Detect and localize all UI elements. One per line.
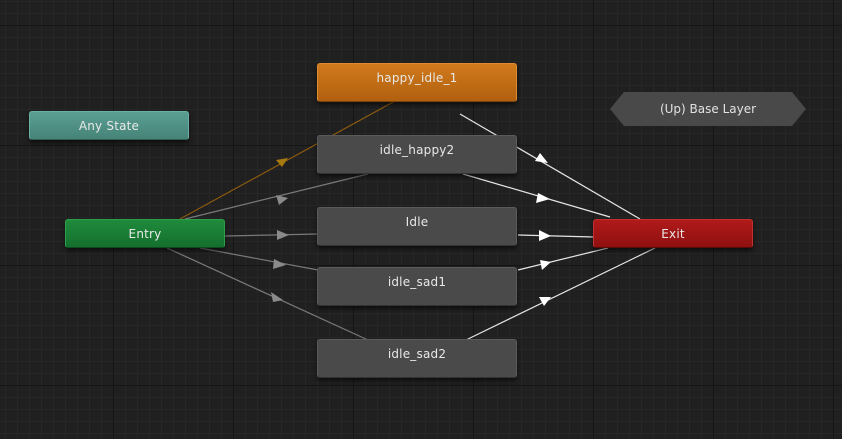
node-label: idle_sad2 <box>387 347 447 361</box>
transition-arrow <box>535 153 548 163</box>
state-node-idle-sad1[interactable]: idle_sad1 <box>317 267 517 306</box>
transition-idle-sad1-to-exit[interactable] <box>517 247 609 271</box>
entry-node[interactable]: Entry <box>65 219 225 248</box>
transition-arrow <box>539 297 551 306</box>
exit-node[interactable]: Exit <box>593 219 753 248</box>
node-label: Exit <box>661 226 685 241</box>
node-label: idle_happy2 <box>379 143 455 157</box>
transition-entry-to-idle-sad1[interactable] <box>199 247 319 271</box>
transition-entry-to-idle[interactable] <box>224 233 319 237</box>
base-layer-up-label: (Up) Base Layer <box>659 102 757 116</box>
state-node-idle[interactable]: Idle <box>317 207 517 246</box>
base-layer-up-button[interactable]: (Up) Base Layer <box>610 92 806 126</box>
node-label: idle_sad1 <box>387 275 447 289</box>
state-node-idle-happy2[interactable]: idle_happy2 <box>317 135 517 174</box>
node-label: Entry <box>128 226 162 241</box>
any-state-node[interactable]: Any State <box>29 111 189 140</box>
transition-arrow <box>276 195 288 205</box>
state-node-idle-sad2[interactable]: idle_sad2 <box>317 339 517 378</box>
transition-arrow <box>277 230 289 240</box>
transition-arrow <box>539 230 551 241</box>
transition-arrow <box>536 193 550 203</box>
animator-graph-canvas[interactable]: Any State Entry happy_idle_1 idle_happy2… <box>0 0 842 439</box>
node-label: Idle <box>405 215 429 229</box>
transition-idle-to-exit[interactable] <box>517 234 595 238</box>
node-label: Any State <box>78 118 140 133</box>
transition-arrow <box>540 260 551 270</box>
state-node-happy-idle-1[interactable]: happy_idle_1 <box>317 63 517 102</box>
node-label: happy_idle_1 <box>376 71 458 85</box>
